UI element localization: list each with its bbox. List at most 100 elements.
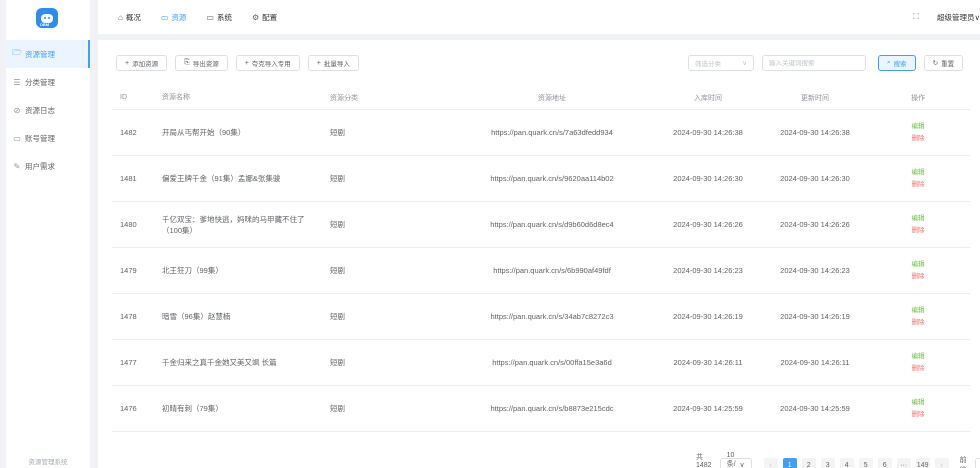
tab-icon: ⌂ [118, 12, 123, 22]
page-ellipsis[interactable]: ··· [896, 458, 911, 468]
next-page-button[interactable]: › [934, 458, 949, 468]
export-icon: ⎘ [184, 59, 190, 66]
cell-actions: 编辑 删除 [866, 305, 970, 329]
goto-label: 前往 [959, 457, 967, 468]
top-header: ⌂ 概况 ▭ 资源 ▭ 系统 ⚙ 配置 ⛶ 超级管理员∨ [98, 0, 980, 34]
cell-category: 短剧 [330, 404, 345, 413]
sidebar-item-0[interactable]: 🗁 资源管理 [6, 40, 90, 68]
keyword-input[interactable] [769, 59, 859, 67]
header-name: 资源名称 [162, 94, 190, 101]
edit-button[interactable]: 编辑 [912, 121, 925, 133]
reset-button[interactable]: ↻ 重置 [923, 55, 964, 71]
category-select[interactable]: 筛选分类 ∨ [688, 55, 754, 71]
goto-page-input[interactable]: 1 [974, 458, 980, 468]
cell-category: 短剧 [330, 174, 345, 183]
tab-2[interactable]: ▭ 系统 [206, 12, 232, 23]
sidebar-item-2[interactable]: ⊘ 资源日志 [6, 96, 90, 124]
batch-import-button[interactable]: + 批量导入 [307, 55, 359, 71]
cell-id: 1478 [120, 312, 137, 321]
sidebar-item-label: 资源管理 [25, 49, 55, 59]
table-row: 1478 暗雪（96集）赵慧楠 短剧 https://pan.quark.cn/… [112, 294, 970, 340]
cell-updated: 2024-09-30 14:26:30 [780, 174, 850, 183]
cell-name: 千金归来之真千金她又美又飒 长篇 [162, 358, 277, 367]
cell-created: 2024-09-30 14:25:59 [673, 404, 743, 413]
category-select-placeholder: 筛选分类 [695, 61, 721, 68]
search-icon: ⌕ [887, 59, 891, 66]
user-menu[interactable]: 超级管理员∨ [937, 12, 980, 23]
table-row: 1480 千亿双宝：爹地快逃，妈咪的马甲藏不住了（100集） 短剧 https:… [112, 202, 970, 248]
page-size-label: 10条/页 [726, 451, 736, 468]
cell-actions: 编辑 删除 [866, 213, 970, 237]
sidebar-item-1[interactable]: ☰ 分类管理 [6, 68, 90, 96]
page-button[interactable]: 5 [858, 458, 873, 468]
cell-url: https://pan.quark.cn/s/9620aa114b02 [490, 174, 614, 183]
tab-3[interactable]: ⚙ 配置 [252, 12, 277, 23]
edit-button[interactable]: 编辑 [912, 213, 925, 225]
cell-category: 短剧 [330, 220, 345, 229]
delete-button[interactable]: 删除 [912, 363, 925, 375]
cell-url: https://pan.quark.cn/s/d9b60d6d8ec4 [490, 220, 614, 229]
page-button[interactable]: 4 [839, 458, 854, 468]
add-resource-button[interactable]: + 添加资源 [116, 55, 168, 71]
cell-url: https://pan.quark.cn/s/6b990af49fdf [493, 266, 611, 275]
sliders-icon: ☰ [13, 77, 21, 87]
cell-name: 偏爱王牌千金（91集）孟娜&张集骏 [162, 174, 281, 183]
page-button[interactable]: 2 [801, 458, 816, 468]
table-row: 1482 开局从丐帮开始（90集） 短剧 https://pan.quark.c… [112, 110, 970, 156]
table-row: 1479 北王狂刀（99集） 短剧 https://pan.quark.cn/s… [112, 248, 970, 294]
cell-id: 1481 [120, 174, 137, 183]
prev-page-button[interactable]: ‹ [763, 458, 778, 468]
cell-url: https://pan.quark.cn/s/34ab7c8272c3 [490, 312, 614, 321]
cell-url: https://pan.quark.cn/s/b8873e215cdc [490, 404, 614, 413]
batch-import-label: 批量导入 [323, 61, 350, 68]
search-button[interactable]: ⌕ 搜索 [878, 55, 916, 71]
tab-1[interactable]: ▭ 资源 [161, 12, 187, 23]
cell-actions: 编辑 删除 [866, 351, 970, 375]
cell-id: 1480 [120, 220, 137, 229]
delete-button[interactable]: 删除 [912, 409, 925, 421]
header-created: 入库时间 [694, 94, 722, 102]
edit-button[interactable]: 编辑 [912, 259, 925, 271]
cell-category: 短剧 [330, 128, 345, 137]
table-body: 1482 开局从丐帮开始（90集） 短剧 https://pan.quark.c… [112, 110, 970, 432]
tab-icon: ▭ [206, 12, 214, 22]
delete-button[interactable]: 删除 [912, 133, 925, 145]
cell-name: 初晴有刺（79集） [162, 404, 223, 413]
table-row: 1476 初晴有刺（79集） 短剧 https://pan.quark.cn/s… [112, 386, 970, 432]
header-id: ID [120, 94, 127, 101]
page-button[interactable]: 3 [820, 458, 835, 468]
total-count: 共 1482 条 [696, 453, 712, 468]
search-label: 搜索 [893, 61, 907, 68]
quark-import-label: 夸克导入专用 [251, 61, 291, 68]
quark-import-button[interactable]: + 夸克导入专用 [235, 55, 300, 71]
sidebar-item-4[interactable]: ✎ 用户需求 [6, 152, 90, 180]
delete-button[interactable]: 删除 [912, 225, 925, 237]
edit-button[interactable]: 编辑 [912, 305, 925, 317]
table-header: ID 资源名称 资源分类 资源地址 入库时间 更新时间 操作 [112, 86, 970, 110]
tab-0[interactable]: ⌂ 概况 [118, 12, 141, 23]
cell-created: 2024-09-30 14:26:26 [673, 220, 743, 229]
keyword-field[interactable] [762, 55, 866, 71]
edit-button[interactable]: 编辑 [912, 397, 925, 409]
page-button[interactable]: 149 [915, 458, 930, 468]
page-button[interactable]: 6 [877, 458, 892, 468]
plus-icon: + [316, 59, 321, 67]
edit-button[interactable]: 编辑 [912, 167, 925, 179]
delete-button[interactable]: 删除 [912, 179, 925, 191]
export-resource-button[interactable]: ⎘ 导出资源 [175, 55, 228, 71]
edit-button[interactable]: 编辑 [912, 351, 925, 363]
cell-updated: 2024-09-30 14:26:11 [780, 358, 850, 367]
cell-name: 开局从丐帮开始（90集） [162, 128, 246, 137]
delete-button[interactable]: 删除 [912, 317, 925, 329]
cell-updated: 2024-09-30 14:26:38 [780, 128, 850, 137]
delete-button[interactable]: 删除 [912, 271, 925, 283]
sidebar-item-3[interactable]: ▭ 账号管理 [6, 124, 90, 152]
fullscreen-icon[interactable]: ⛶ [913, 12, 919, 22]
page-button[interactable]: 1 [782, 458, 797, 468]
cell-id: 1477 [120, 358, 137, 367]
cell-category: 短剧 [330, 358, 345, 367]
table-row: 1481 偏爱王牌千金（91集）孟娜&张集骏 短剧 https://pan.qu… [112, 156, 970, 202]
page-size-select[interactable]: 10条/页∨ [719, 452, 752, 468]
plus-icon: + [125, 59, 130, 67]
compass-icon: ⊘ [13, 105, 21, 115]
